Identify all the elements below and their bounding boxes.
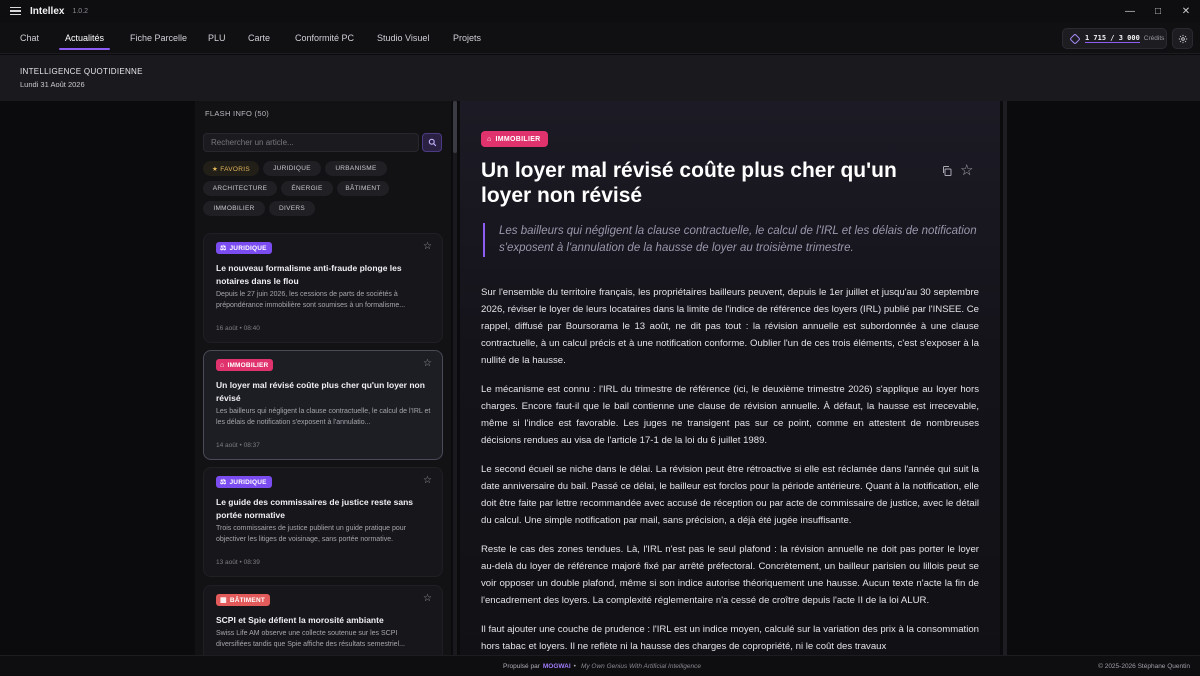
tab-conformite-pc[interactable]: Conformité PC (295, 22, 354, 54)
hamburger-menu-icon[interactable] (4, 0, 26, 22)
credits-value: 1 715 / 3 000 (1085, 34, 1140, 43)
main-nav: Chat Actualités Fiche Parcelle PLU Carte… (0, 22, 1200, 54)
favorite-star-icon[interactable]: ☆ (423, 475, 432, 486)
category-badge: ▦ BÂTIMENT (216, 594, 271, 606)
article-view: ⌂ IMMOBILIER Un loyer mal révisé coûte pl… (460, 101, 1000, 655)
article-paragraph: Reste le cas des zones tendues. Là, l'IR… (481, 544, 979, 606)
card-date: 13 août • 08:39 (216, 559, 260, 566)
category-label: BÂTIMENT (229, 596, 266, 604)
filter-favoris[interactable]: ★ FAVORIS (203, 161, 259, 176)
footer-prefix: Propulsé par (503, 662, 540, 670)
filter-divers[interactable]: DIVERS (269, 201, 315, 216)
page-header: INTELLIGENCE QUOTIDIENNE Lundi 31 Août 2… (0, 55, 1200, 101)
card-date: 16 août • 08:40 (216, 325, 260, 332)
card-excerpt: Swiss Life AM observe une collecte soute… (216, 630, 405, 648)
favorite-star-icon[interactable]: ☆ (960, 161, 973, 179)
building-icon: ⌂ (220, 361, 225, 369)
tab-fiche-parcelle[interactable]: Fiche Parcelle (130, 22, 187, 54)
footer-separator: • (573, 662, 576, 670)
credits-label: Crédits (1143, 35, 1165, 42)
footer-brand-link[interactable]: MOGWAI (543, 663, 571, 670)
favorite-star-icon[interactable]: ☆ (423, 241, 432, 252)
category-badge: ⚖ JURIDIQUE (216, 242, 272, 254)
tab-actualites[interactable]: Actualités (58, 22, 111, 54)
article-paragraph: Le mécanisme est connu : l'IRL du trimes… (481, 384, 979, 446)
filter-urbanisme[interactable]: URBANISME (325, 161, 387, 176)
tab-projets[interactable]: Projets (453, 22, 481, 54)
footer-credits: Propulsé par MOGWAI • My Own Genius With… (503, 656, 701, 676)
article-category-badge: ⌂ IMMOBILIER (481, 131, 548, 147)
footer-copyright: © 2025-2026 Stéphane Quentin (1098, 662, 1190, 670)
building-icon: ⌂ (487, 135, 492, 143)
article-paragraph: Sur l'ensemble du territoire français, l… (481, 287, 979, 366)
article-category-label: IMMOBILIER (495, 135, 541, 143)
article-lead: Les bailleurs qui négligent la clause co… (483, 223, 981, 257)
filter-juridique[interactable]: JURIDIQUE (263, 161, 321, 176)
card-title: Le nouveau formalisme anti-fraude plonge… (216, 263, 402, 286)
gavel-icon: ⚖ (220, 245, 227, 252)
news-card[interactable]: ▦ BÂTIMENT ☆ SCPI et Spie défient la moro… (203, 585, 443, 655)
app-name: Intellex (30, 5, 65, 17)
article-title: Un loyer mal révisé coûte plus cher qu'u… (481, 159, 897, 207)
page-date: Lundi 31 Août 2026 (20, 80, 85, 89)
flash-scrollbar-track[interactable] (453, 101, 457, 655)
credits-icon (1069, 32, 1081, 45)
tab-chat[interactable]: Chat (20, 22, 39, 54)
filter-architecture[interactable]: ARCHITECTURE (203, 181, 277, 196)
filter-batiment[interactable]: BÂTIMENT (337, 181, 389, 196)
article-paragraph: Il faut ajouter une couche de prudence :… (481, 624, 979, 652)
flash-info-panel: FLASH INFO (50) ★ FAVORIS JURIDIQUE URBA… (195, 101, 451, 655)
search-icon (428, 138, 436, 147)
card-excerpt: Les bailleurs qui négligent la clause co… (216, 408, 431, 426)
category-badge: ⌂ IMMOBILIER (216, 359, 274, 371)
window-controls: — □ ✕ (1116, 0, 1200, 22)
tab-studio-visuel[interactable]: Studio Visuel (377, 22, 429, 54)
close-button[interactable]: ✕ (1172, 0, 1200, 22)
card-title: Le guide des commissaires de justice res… (216, 497, 414, 520)
category-badge: ⚖ JURIDIQUE (216, 476, 272, 488)
tab-carte[interactable]: Carte (248, 22, 270, 54)
news-card[interactable]: ⚖ JURIDIQUE ☆ Le nouveau formalisme anti-… (203, 233, 443, 343)
search-button[interactable] (422, 133, 442, 152)
favorite-star-icon[interactable]: ☆ (423, 358, 432, 369)
card-date: 14 août • 08:37 (216, 442, 260, 449)
category-label: IMMOBILIER (227, 361, 269, 369)
tab-plu[interactable]: PLU (208, 22, 226, 54)
category-label: JURIDIQUE (229, 244, 267, 252)
filter-energie[interactable]: ÉNERGIE (281, 181, 333, 196)
card-title: Un loyer mal révisé coûte plus cher qu'u… (216, 380, 425, 403)
gear-icon (1178, 34, 1187, 43)
gavel-icon: ⚖ (220, 479, 227, 486)
news-card[interactable]: ⚖ JURIDIQUE ☆ Le guide des commissaires d… (203, 467, 443, 577)
card-title: SCPI et Spie défient la morosité ambiant… (216, 615, 384, 625)
credits-counter[interactable]: 1 715 / 3 000 Crédits (1062, 28, 1167, 49)
app-version: 1.0.2 (72, 7, 89, 15)
footer-tagline: My Own Genius With Artificial Intelligen… (580, 662, 701, 670)
search-input[interactable] (203, 133, 419, 152)
card-excerpt: Trois commissaires de justice publient u… (216, 525, 407, 543)
flash-scrollbar-thumb[interactable] (453, 101, 457, 153)
category-label: JURIDIQUE (229, 478, 267, 486)
news-card-selected[interactable]: ⌂ IMMOBILIER ☆ Un loyer mal révisé coûte … (203, 350, 443, 460)
article-scrollbar[interactable] (1003, 101, 1007, 655)
card-excerpt: Depuis le 27 juin 2026, les cessions de … (216, 291, 406, 309)
footer: Propulsé par MOGWAI • My Own Genius With… (0, 655, 1200, 675)
favorite-star-icon[interactable]: ☆ (423, 593, 432, 604)
settings-button[interactable] (1172, 28, 1193, 49)
maximize-button[interactable]: □ (1144, 0, 1172, 22)
title-bar: Intellex 1.0.2 — □ ✕ (0, 0, 1200, 22)
minimize-button[interactable]: — (1116, 0, 1144, 22)
article-paragraph: Le second écueil se niche dans le délai.… (481, 464, 979, 526)
building-icon: ▦ (220, 597, 227, 604)
page-title: INTELLIGENCE QUOTIDIENNE (20, 67, 143, 76)
copy-icon[interactable] (941, 164, 953, 182)
flash-info-title: FLASH INFO (50) (205, 109, 270, 118)
filter-immobilier[interactable]: IMMOBILIER (203, 201, 265, 216)
